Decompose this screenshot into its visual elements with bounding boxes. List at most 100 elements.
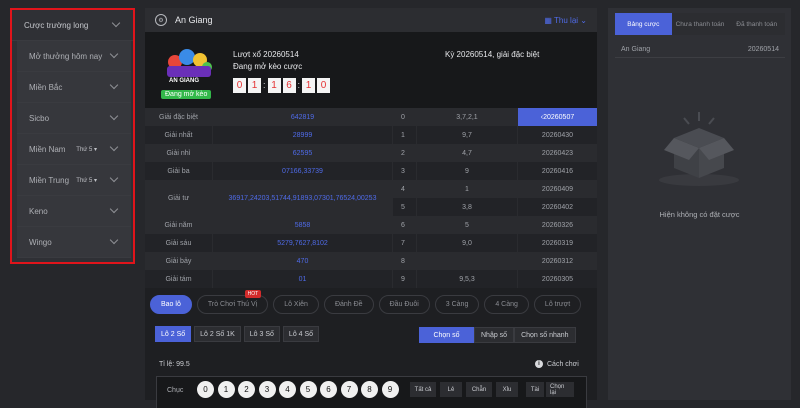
number-ball[interactable]: 7 [340, 381, 358, 398]
number-ball[interactable]: 8 [361, 381, 378, 398]
game-title: An Giang [175, 15, 213, 25]
how-to-play-link[interactable]: i Cách chơi [535, 360, 579, 368]
tab-label: Bao lô [161, 300, 181, 308]
head-digit: 3 [393, 162, 417, 180]
timer-colon: : [263, 80, 266, 90]
history-button[interactable]: ▦ Thu lại ⌄ [544, 16, 587, 25]
period-date[interactable]: 20260409 [518, 180, 597, 198]
bet-type-tabs: Bao lô Trò Chơi Thú Vị HOT Lô Xiên Đánh Đ… [145, 289, 597, 319]
period-date[interactable]: 20260402 [518, 198, 597, 216]
sidebar-item-mien-nam[interactable]: Miền Nam Thứ 5 ▾ [17, 134, 131, 165]
chevron-down-icon [109, 204, 119, 214]
tab-lo-xien[interactable]: Lô Xiên [273, 294, 319, 314]
prize-name: Giải nhất [145, 126, 213, 144]
mode-nhap-so[interactable]: Nhập số [474, 327, 515, 343]
sidebar-item-label: Wingo [29, 237, 52, 247]
main-panel: ⚙ An Giang ▦ Thu lại ⌄ AN GIANG Đang mở … [145, 8, 597, 408]
sidebar-item-mien-trung[interactable]: Miền Trung Thứ 5 ▾ [17, 165, 131, 196]
number-ball[interactable]: 1 [217, 381, 235, 398]
sidebar-item-mien-bac[interactable]: Miền Bắc [17, 72, 131, 103]
hot-badge: HOT [244, 289, 262, 298]
subtab-lo-4-so[interactable]: Lô 4 Số [282, 326, 320, 342]
prize-value: 07166,33739 [213, 162, 393, 180]
tail-digits: 9 [417, 162, 518, 180]
mode-chon-so-nhanh[interactable]: Chọn số nhanh [514, 327, 576, 343]
period-text: Kỳ 20260514, giải đặc biệt [445, 50, 540, 59]
chevron-down-icon [109, 80, 119, 90]
tab-lo-truot[interactable]: Lô trượt [533, 294, 582, 314]
prize-value: 470 [213, 252, 393, 270]
head-digit: 1 [393, 126, 417, 144]
tab-label: 3 Càng [445, 300, 469, 308]
period-date[interactable]: 20260312 [518, 252, 597, 270]
quick-select-button[interactable]: Xỉu [496, 382, 518, 397]
mode-chon-so[interactable]: Chọn số [419, 327, 474, 343]
draw-info: AN GIANG Đang mở kèo Lượt xổ 20260514 Đa… [145, 32, 597, 108]
how-to-play-label: Cách chơi [547, 360, 579, 368]
head-digit: 6 [393, 216, 417, 234]
head-digit: 4 [393, 180, 417, 198]
number-ball[interactable]: 6 [320, 381, 337, 398]
prize-value: 5279,7627,8102 [213, 234, 393, 252]
number-ball[interactable]: 4 [279, 381, 296, 398]
period-date[interactable]: 20260319 [518, 234, 597, 252]
period-date[interactable]: 20260305 [518, 270, 597, 288]
period-date[interactable]: 20260430 [518, 126, 597, 144]
tab-bao-lo[interactable]: Bao lô [150, 294, 192, 314]
period-date[interactable]: 20260326 [518, 216, 597, 234]
tail-digits: 5 [417, 216, 518, 234]
quick-select-button[interactable]: Tất cả [410, 382, 436, 397]
sidebar-item-mo-thuong-hom-nay[interactable]: Mở thưởng hôm nay [17, 41, 131, 72]
day-tag: Thứ 5 ▾ [76, 146, 97, 153]
bet-slip-info: An Giang 20260514 [615, 42, 785, 58]
subtab-lo-3-so[interactable]: Lô 3 Số [243, 326, 280, 342]
number-ball[interactable]: 5 [299, 381, 317, 398]
quick-select-button[interactable]: Chọn lại [546, 382, 574, 397]
tab-da-thanh-toan[interactable]: Đã thanh toán [728, 13, 785, 35]
number-ball[interactable]: 2 [238, 381, 255, 398]
tab-dau-duoi[interactable]: Đầu Đuôi [378, 294, 430, 314]
prize-value: 28999 [213, 126, 393, 144]
table-row: Giải bảy 470 8 20260312 [145, 252, 597, 270]
quick-select-button[interactable]: Lẻ [440, 382, 462, 397]
sidebar-item-cuoc-truong-long[interactable]: Cược trường long [12, 10, 133, 41]
prize-value: 62595 [213, 144, 393, 162]
number-ball[interactable]: 0 [197, 381, 214, 398]
head-digit: 2 [393, 144, 417, 162]
status-badge: Đang mở kèo [161, 90, 212, 99]
number-ball[interactable]: 9 [381, 381, 399, 398]
subtab-lo-2-so[interactable]: Lô 2 Số [155, 326, 192, 342]
table-row: Giải nhất 28999 1 9,7 20260430 [145, 126, 597, 144]
quick-select-button[interactable]: Tài [526, 382, 544, 397]
timer-digit: 1 [248, 78, 261, 93]
quick-select-button[interactable]: Chẵn [466, 382, 492, 397]
sidebar-item-wingo[interactable]: Wingo [17, 227, 131, 258]
sidebar-item-sicbo[interactable]: Sicbo [17, 103, 131, 134]
table-row: Giải đặc biệt 642819 0 3,7,2,1 ‹ 20260507 [145, 108, 597, 126]
prize-name: Giải tư [145, 180, 213, 216]
round-label: Lượt xổ 20260514 [233, 50, 299, 59]
tab-4-cang[interactable]: 4 Càng [484, 294, 529, 314]
timer-colon: : [297, 80, 301, 90]
lottery-icon: ⚙ [155, 14, 167, 26]
period-date[interactable]: ‹ 20260507 [518, 108, 597, 126]
tab-tro-choi-thu-vi[interactable]: Trò Chơi Thú Vị HOT [196, 289, 269, 314]
tab-label: Đầu Đuôi [389, 300, 419, 308]
period-date[interactable]: 20260416 [518, 162, 597, 180]
head-digit: 7 [393, 234, 417, 252]
ratio-value: 99.5 [176, 361, 190, 368]
table-row: Giải tư 36917,24203,51744,91893,07301,765… [145, 180, 597, 216]
number-ball[interactable]: 3 [258, 381, 276, 398]
prize-name: Giải nhì [145, 144, 213, 162]
period-date[interactable]: 20260423 [518, 144, 597, 162]
chevron-down-icon [109, 142, 119, 152]
subtab-lo-2-so-1k[interactable]: Lô 2 Số 1K [194, 326, 241, 342]
tab-bang-cuoc[interactable]: Bảng cược [615, 13, 672, 35]
chevron-down-icon [109, 235, 119, 245]
timer-digit: 0 [233, 78, 246, 93]
sidebar-item-keno[interactable]: Keno [17, 196, 131, 227]
tab-3-cang[interactable]: 3 Càng [434, 294, 480, 314]
history-label: Thu lại [554, 15, 579, 25]
tab-chua-thanh-toan[interactable]: Chưa thanh toán [672, 13, 729, 35]
tab-danh-de[interactable]: Đánh Đề [323, 294, 374, 314]
